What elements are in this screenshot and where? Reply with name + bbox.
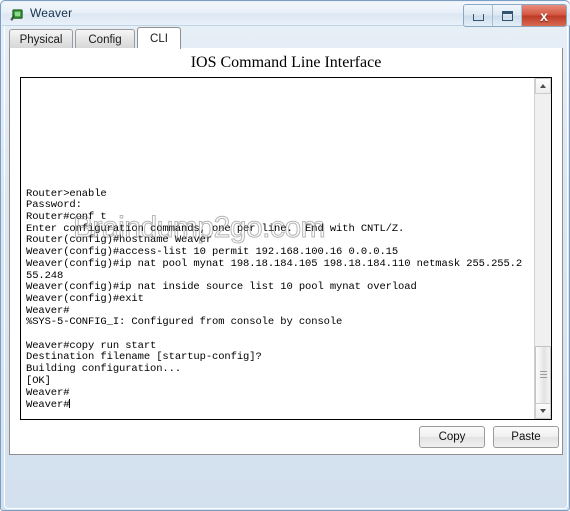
copy-button[interactable]: Copy (419, 426, 485, 448)
arrow-up-icon (540, 84, 546, 88)
tab-strip: Physical Config CLI (9, 27, 563, 49)
terminal-area[interactable]: Router>enable Password: Router#conf t En… (20, 77, 552, 420)
minimize-button[interactable] (464, 5, 493, 26)
paste-button-label: Paste (511, 431, 541, 443)
terminal-caret (69, 399, 71, 409)
window-title: Weaver (30, 6, 73, 20)
tab-cli-label: CLI (150, 32, 168, 45)
minimize-icon (472, 13, 484, 21)
title-bar[interactable]: Weaver x (2, 2, 570, 27)
tab-seam (130, 48, 172, 49)
cli-panel: IOS Command Line Interface Router>enable… (9, 48, 563, 455)
maximize-icon (501, 10, 513, 21)
tab-config[interactable]: Config (75, 29, 135, 49)
close-icon: x (540, 7, 548, 24)
maximize-button[interactable] (493, 5, 522, 26)
router-device-icon (10, 9, 23, 21)
scrollbar-thumb[interactable] (535, 346, 551, 404)
application-window: Weaver x Physical Config CLI IOS Command… (0, 0, 570, 511)
scroll-down-button[interactable] (535, 403, 551, 419)
tab-cli[interactable]: CLI (137, 27, 181, 49)
scrollbar-grip-icon (540, 371, 547, 379)
tab-config-label: Config (88, 33, 122, 46)
close-button[interactable]: x (522, 5, 566, 26)
page-title: IOS Command Line Interface (190, 54, 382, 71)
scroll-up-button[interactable] (535, 78, 551, 94)
window-controls: x (463, 4, 567, 27)
terminal-output: Router>enable Password: Router#conf t En… (26, 187, 523, 412)
terminal-scrollbar[interactable] (534, 78, 551, 419)
arrow-down-icon (540, 409, 546, 413)
tab-physical-label: Physical (19, 33, 63, 46)
paste-button[interactable]: Paste (493, 426, 559, 448)
tab-physical[interactable]: Physical (9, 29, 73, 49)
copy-button-label: Copy (438, 431, 466, 443)
